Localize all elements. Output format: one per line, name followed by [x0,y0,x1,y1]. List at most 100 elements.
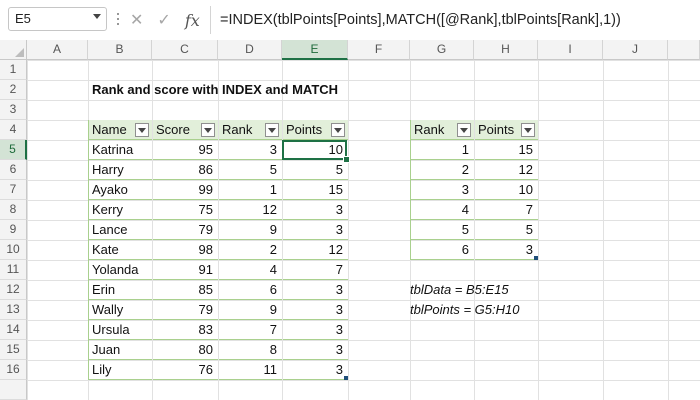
row-header-6[interactable]: 6 [0,160,27,180]
row-header-12[interactable]: 12 [0,280,27,300]
note-tblpoints[interactable]: tblPoints = G5:H10 [410,300,519,320]
tbl-data-cell[interactable]: 9 [219,300,282,320]
tbl-data-cell[interactable]: 3 [283,200,348,220]
tbl-data-cell[interactable]: 1 [219,180,282,200]
enter-icon[interactable]: ✓ [157,10,170,30]
sheet-title[interactable]: Rank and score with INDEX and MATCH [92,80,338,100]
tbl-data-cell[interactable]: 8 [219,340,282,360]
tbl-data-cell[interactable]: 15 [283,180,348,200]
tbl-data-cell[interactable]: Lance [89,220,152,240]
tbl-points-cell[interactable]: 7 [475,200,538,220]
tbl-data-resize-handle[interactable] [344,376,348,380]
tbl-data-cell[interactable]: 7 [283,260,348,280]
row-header-11[interactable]: 11 [0,260,27,280]
tbl-data-cell[interactable]: 9 [219,220,282,240]
filter-dropdown-icon[interactable] [457,123,471,137]
filter-dropdown-icon[interactable] [331,123,345,137]
insert-function-icon[interactable]: fx [185,11,200,30]
tbl-data-cell[interactable]: 79 [153,220,218,240]
column-header-i[interactable]: I [538,40,603,60]
tbl-data-cell[interactable]: 3 [283,280,348,300]
tbl-data-cell[interactable]: Wally [89,300,152,320]
tbl-data-cell[interactable]: 95 [153,140,218,160]
row-header-14[interactable]: 14 [0,320,27,340]
tbl-data-cell[interactable]: Yolanda [89,260,152,280]
row-header-8[interactable]: 8 [0,200,27,220]
active-cell-selection[interactable] [282,140,347,160]
tbl-points-cell[interactable]: 5 [475,220,538,240]
tbl-data-cell[interactable]: 86 [153,160,218,180]
filter-dropdown-icon[interactable] [201,123,215,137]
tbl-data-cell[interactable]: 12 [219,200,282,220]
name-box-dropdown-icon[interactable] [93,14,101,19]
tbl-data-cell[interactable]: 7 [219,320,282,340]
tbl-points-cell[interactable]: 10 [475,180,538,200]
tbl-data-cell[interactable]: 11 [219,360,282,380]
drag-handle-icon[interactable] [117,13,120,27]
column-header-f[interactable]: F [348,40,410,60]
tbl-data-cell[interactable]: Katrina [89,140,152,160]
tbl-data-cell[interactable]: 5 [219,160,282,180]
filter-dropdown-icon[interactable] [265,123,279,137]
tbl-data-cell[interactable]: 91 [153,260,218,280]
column-header-a[interactable]: A [27,40,88,60]
tbl-points-cell[interactable]: 3 [475,240,538,260]
tbl-points-cell[interactable]: 5 [411,220,474,240]
row-header-16[interactable]: 16 [0,360,27,380]
tbl-points-cell[interactable]: 2 [411,160,474,180]
filter-dropdown-icon[interactable] [521,123,535,137]
tbl-points-cell[interactable]: 12 [475,160,538,180]
tbl-data-cell[interactable]: 3 [283,340,348,360]
column-header-b[interactable]: B [88,40,152,60]
tbl-data-cell[interactable]: Juan [89,340,152,360]
cancel-icon[interactable]: ✕ [130,10,143,30]
row-header-13[interactable]: 13 [0,300,27,320]
tbl-data-cell[interactable]: Ayako [89,180,152,200]
tbl-data-cell[interactable]: Ursula [89,320,152,340]
tbl-data-cell[interactable]: 3 [283,360,348,380]
row-header-7[interactable]: 7 [0,180,27,200]
tbl-data-cell[interactable]: 3 [283,320,348,340]
row-header-1[interactable]: 1 [0,60,27,80]
tbl-data-cell[interactable]: 3 [219,140,282,160]
name-box[interactable]: E5 [8,7,107,31]
row-header-15[interactable]: 15 [0,340,27,360]
tbl-points-cell[interactable]: 15 [475,140,538,160]
row-header-5[interactable]: 5 [0,140,27,160]
tbl-data-cell[interactable]: 3 [283,220,348,240]
tbl-data-cell[interactable]: 75 [153,200,218,220]
formula-input[interactable]: =INDEX(tblPoints[Points],MATCH([@Rank],t… [220,8,621,32]
tbl-data-cell[interactable]: 4 [219,260,282,280]
tbl-data-cell[interactable]: 5 [283,160,348,180]
column-header-j[interactable]: J [603,40,668,60]
row-header-3[interactable]: 3 [0,100,27,120]
tbl-data-cell[interactable]: Erin [89,280,152,300]
tbl-data-cell[interactable]: 98 [153,240,218,260]
column-header-d[interactable]: D [218,40,282,60]
tbl-data-cell[interactable]: Kate [89,240,152,260]
tbl-data-cell[interactable]: 80 [153,340,218,360]
row-header-9[interactable]: 9 [0,220,27,240]
tbl-data-cell[interactable]: 12 [283,240,348,260]
column-header-e[interactable]: E [282,40,348,60]
tbl-data-cell[interactable]: 99 [153,180,218,200]
row-header-4[interactable]: 4 [0,120,27,140]
row-header-2[interactable]: 2 [0,80,27,100]
column-header-h[interactable]: H [474,40,538,60]
tbl-data-cell[interactable]: 83 [153,320,218,340]
tbl-data-cell[interactable]: Harry [89,160,152,180]
tbl-data-cell[interactable]: Kerry [89,200,152,220]
tbl-data-cell[interactable]: 76 [153,360,218,380]
tbl-data-cell[interactable]: 85 [153,280,218,300]
tbl-data-cell[interactable]: 3 [283,300,348,320]
select-all-button[interactable] [0,40,27,60]
tbl-data-cell[interactable]: Lily [89,360,152,380]
note-tbldata[interactable]: tblData = B5:E15 [410,280,509,300]
tbl-points-cell[interactable]: 1 [411,140,474,160]
tbl-data-cell[interactable]: 6 [219,280,282,300]
tbl-points-cell[interactable]: 4 [411,200,474,220]
tbl-data-cell[interactable]: 79 [153,300,218,320]
tbl-data-cell[interactable]: 2 [219,240,282,260]
tbl-points-cell[interactable]: 6 [411,240,474,260]
tbl-points-resize-handle[interactable] [534,256,538,260]
